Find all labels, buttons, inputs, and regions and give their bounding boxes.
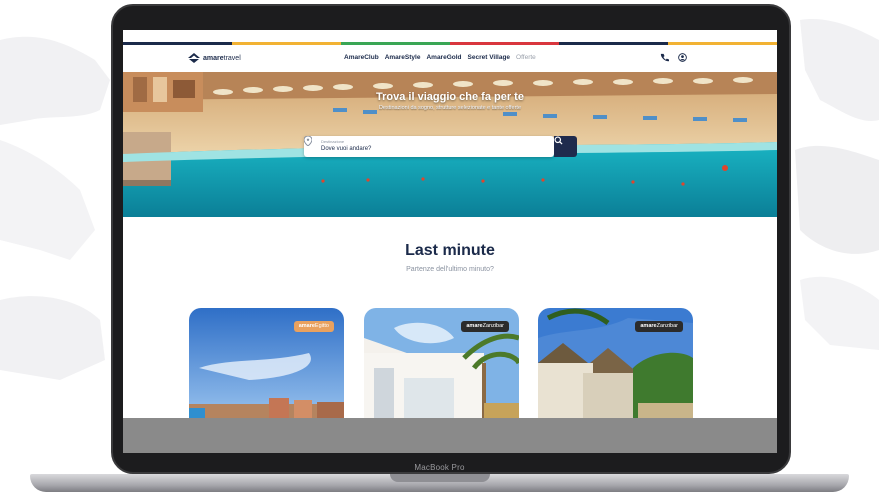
badge-destination: Zanzibar	[656, 323, 678, 329]
logo-mark-icon	[188, 53, 200, 63]
nav-item-offerte[interactable]: Offerte	[516, 54, 536, 61]
search-icon	[554, 136, 563, 145]
laptop-screen: amaretravel AmareClub AmareStyle AmareGo…	[123, 30, 777, 453]
nav-item-amarestyle[interactable]: AmareStyle	[385, 54, 421, 61]
offer-card[interactable]: amareZanzibar	[364, 308, 519, 423]
badge-brand: amare	[298, 323, 315, 329]
search-button[interactable]	[554, 136, 577, 157]
nav-item-secret-village[interactable]: Secret Village	[468, 54, 511, 61]
site-header: amaretravel AmareClub AmareStyle AmareGo…	[123, 45, 777, 72]
nav-item-amareclub[interactable]: AmareClub	[344, 54, 379, 61]
destination-search-input[interactable]: Dove vuoi andare?	[321, 146, 371, 152]
badge-brand: amare	[466, 323, 483, 329]
location-pin-icon	[304, 136, 312, 146]
offer-card[interactable]: amareEgitto	[189, 308, 344, 423]
offer-card[interactable]: amareZanzibar	[538, 308, 693, 423]
main-nav: AmareClub AmareStyle AmareGold Secret Vi…	[344, 54, 536, 61]
user-icon[interactable]	[678, 53, 687, 62]
badge-brand: amare	[640, 323, 657, 329]
last-minute-subtitle: Partenze dell'ultimo minuto?	[406, 266, 494, 273]
logo-text: amaretravel	[203, 55, 241, 62]
search-field-label: Destinazione	[321, 139, 345, 144]
badge-destination: Zanzibar	[482, 323, 504, 329]
hero-subtitle: Destinazioni da sogno, strutture selezio…	[378, 105, 522, 111]
destination-badge: amareEgitto	[293, 321, 334, 332]
destination-badge: amareZanzibar	[635, 321, 683, 332]
logo-suffix: travel	[223, 54, 241, 62]
logo-brand: amare	[203, 54, 224, 62]
hero-title: Trova il viaggio che fa per te	[376, 91, 524, 103]
last-minute-title: Last minute	[405, 242, 495, 259]
header-icons	[660, 53, 687, 62]
badge-destination: Egitto	[314, 323, 329, 329]
nav-item-amaregold[interactable]: AmareGold	[426, 54, 461, 61]
device-model-label: MacBook Pro	[414, 463, 465, 472]
screen-overlay-bar	[123, 418, 777, 453]
site-logo[interactable]: amaretravel	[188, 53, 241, 63]
destination-search-box[interactable]: Destinazione Dove vuoi andare?	[304, 136, 577, 157]
hero-banner: Trova il viaggio che fa per te Destinazi…	[123, 72, 777, 217]
laptop-hinge-notch	[390, 474, 490, 482]
phone-icon[interactable]	[660, 53, 669, 62]
destination-badge: amareZanzibar	[461, 321, 509, 332]
